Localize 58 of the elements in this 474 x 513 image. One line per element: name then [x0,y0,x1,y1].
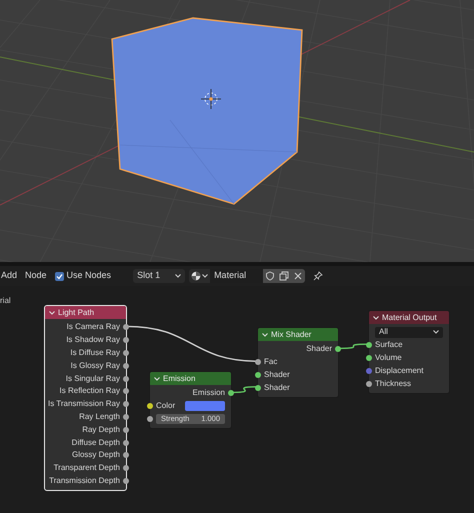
chevron-icon [49,310,55,314]
chevron-icon [433,330,439,334]
menu-item[interactable]: Node [25,269,55,283]
output-label: Is Shadow Ray [66,334,120,346]
breadcrumb-label: rial [0,295,11,307]
chevron-icon [154,376,160,380]
output-label: Is Reflection Ray [60,385,120,398]
copy-icon[interactable] [279,271,290,281]
output-label: Is Diffuse Ray [70,346,120,359]
input-label: Thickness [375,378,412,390]
input-label: Color [156,400,176,412]
target-dropdown[interactable]: All [375,326,443,338]
node-header[interactable]: Material Output [369,311,449,324]
pin-icon[interactable] [313,271,324,281]
input-label: Volume [375,352,402,364]
color-swatch[interactable] [185,401,225,412]
output-label: Glossy Depth [72,449,120,462]
material-browse-button[interactable] [189,269,210,283]
input-label: Surface [375,339,403,352]
slot-dropdown[interactable]: Slot 1 [133,269,186,283]
output-label: Is Singular Ray [66,372,120,385]
chevron-icon [175,274,182,278]
node-header[interactable]: Light Path [45,306,126,319]
input-label: Shader [264,382,290,394]
check-icon [56,272,63,280]
shader-node[interactable]: Material Output All Surface Volume Displacement Thickness [368,310,450,394]
output-label: Ray Length [79,410,120,423]
node-title: Light Path [58,306,94,318]
use-nodes-label: Use Nodes [66,269,112,282]
output-label: Diffuse Depth [72,436,120,449]
origin-icon[interactable] [200,88,222,110]
cube-drawing[interactable] [111,17,303,205]
node-header[interactable]: Mix Shader [258,328,338,341]
close-icon[interactable] [294,272,302,280]
chevron-icon [262,332,268,336]
input-label: Fac [264,356,278,368]
output-label: Emission [192,387,225,400]
menu-item[interactable]: Add [0,269,26,283]
output-label: Transmission Depth [49,474,120,487]
output-label: Shader [306,343,332,356]
node-title: Emission [163,372,196,384]
shader-node[interactable]: Mix Shader Shader Fac Shader Shader [257,327,339,398]
chevron-icon [373,316,379,320]
chevron-icon [202,274,208,278]
output-label: Transparent Depth [54,462,120,474]
output-label: Is Glossy Ray [70,360,120,372]
input-label: Shader [264,368,290,381]
output-label: Ray Depth [82,424,120,436]
node-title: Mix Shader [271,328,312,340]
output-label: Is Camera Ray [66,321,120,334]
input-label: Displacement [375,364,424,377]
use-nodes-checkbox[interactable] [54,272,64,280]
node-header[interactable]: Emission [150,372,231,385]
shader-node[interactable] [44,305,127,492]
sphere-icon [191,271,202,281]
output-label: Is Transmission Ray [48,398,120,410]
shield-icon[interactable] [265,271,276,281]
node-title: Material Output [382,312,437,324]
